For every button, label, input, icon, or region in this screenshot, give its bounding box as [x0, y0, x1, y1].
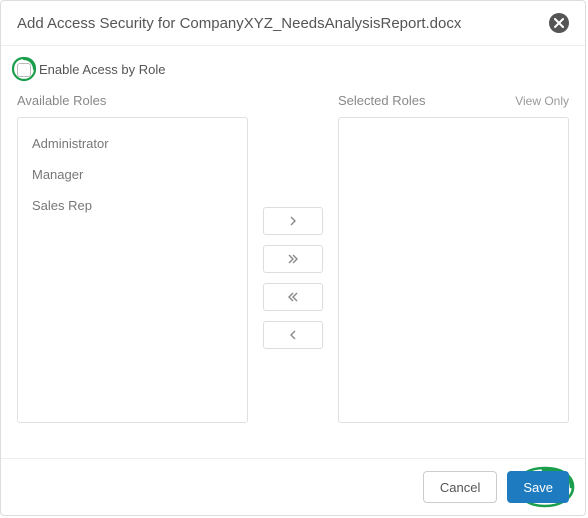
move-all-left-button[interactable] [263, 283, 323, 311]
role-transfer: Available Roles Administrator Manager Sa… [17, 93, 569, 423]
move-right-button[interactable] [263, 207, 323, 235]
list-item[interactable]: Manager [28, 159, 237, 190]
list-item[interactable]: Sales Rep [28, 190, 237, 221]
double-chevron-left-icon [287, 291, 299, 303]
chevron-right-icon [287, 215, 299, 227]
chevron-left-icon [287, 329, 299, 341]
dialog-header: Add Access Security for CompanyXYZ_Needs… [1, 1, 585, 46]
selected-roles-subtitle: View Only [515, 94, 569, 108]
selected-roles-title: Selected Roles [338, 93, 425, 108]
enable-access-label: Enable Acess by Role [39, 62, 165, 77]
save-button[interactable]: Save [507, 471, 569, 503]
available-roles-title: Available Roles [17, 93, 106, 108]
available-roles-column: Available Roles Administrator Manager Sa… [17, 93, 248, 423]
close-button[interactable] [549, 13, 569, 33]
enable-access-row: Enable Acess by Role [17, 62, 569, 77]
enable-access-checkbox[interactable] [17, 63, 31, 77]
dialog-body: Enable Acess by Role Available Roles Adm… [1, 46, 585, 458]
double-chevron-right-icon [287, 253, 299, 265]
available-roles-header: Available Roles [17, 93, 248, 111]
available-roles-list[interactable]: Administrator Manager Sales Rep [17, 117, 248, 423]
move-all-right-button[interactable] [263, 245, 323, 273]
list-item[interactable]: Administrator [28, 128, 237, 159]
dialog-footer: Cancel Save [1, 458, 585, 515]
selected-roles-list[interactable] [338, 117, 569, 423]
dialog-title: Add Access Security for CompanyXYZ_Needs… [17, 15, 461, 32]
move-left-button[interactable] [263, 321, 323, 349]
selected-roles-header: Selected Roles View Only [338, 93, 569, 111]
selected-roles-column: Selected Roles View Only [338, 93, 569, 423]
cancel-button[interactable]: Cancel [423, 471, 497, 503]
close-icon [554, 18, 564, 28]
access-security-dialog: Add Access Security for CompanyXYZ_Needs… [0, 0, 586, 516]
transfer-controls [248, 93, 338, 423]
